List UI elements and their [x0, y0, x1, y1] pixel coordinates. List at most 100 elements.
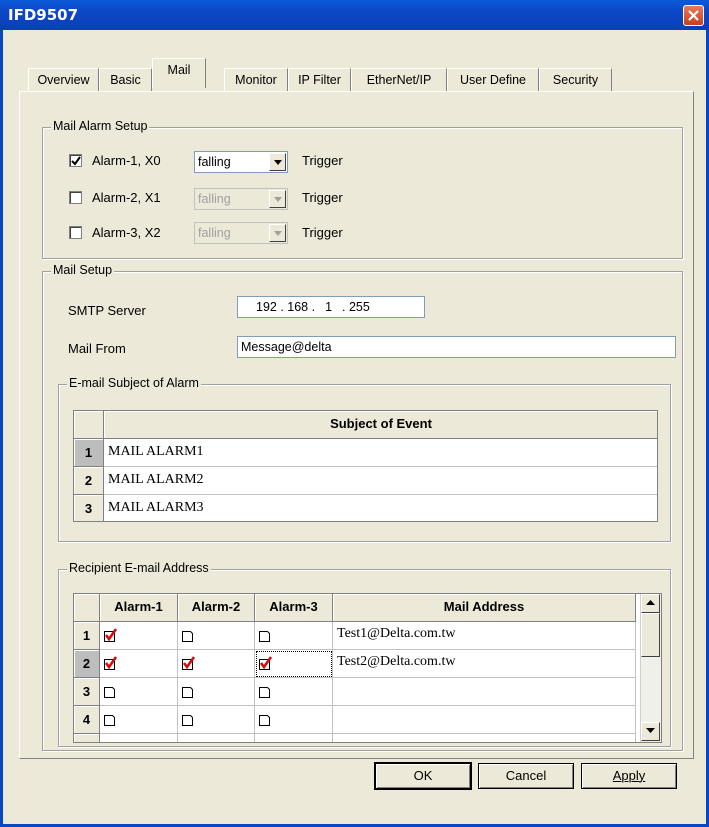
window-title: IFD9507: [8, 6, 79, 24]
apply-button[interactable]: Apply: [581, 763, 677, 789]
mail-address-cell[interactable]: [333, 706, 636, 734]
smtp-server-label: SMTP Server: [68, 303, 146, 318]
alarm-2-label: Alarm-2, X1: [92, 190, 161, 205]
tab-mail[interactable]: Mail: [152, 58, 206, 88]
alarm-1-checkbox-cell[interactable]: [100, 734, 178, 743]
mail-address-cell[interactable]: [333, 734, 636, 742]
vertical-scrollbar[interactable]: [640, 594, 661, 742]
alarm-1-checkbox-cell[interactable]: [100, 650, 178, 678]
title-bar[interactable]: IFD9507: [0, 0, 709, 30]
mail-address-cell[interactable]: [333, 678, 636, 706]
alarm-1-checkbox[interactable]: [69, 154, 82, 167]
alarm-3-checkbox-cell[interactable]: [255, 678, 333, 706]
alarm-3-checkbox-cell[interactable]: [255, 706, 333, 734]
alarm-checkbox[interactable]: [104, 740, 118, 743]
alarm-3-checkbox-cell[interactable]: [255, 734, 333, 742]
close-button[interactable]: [683, 5, 704, 26]
alarm-1-checkbox-cell[interactable]: [100, 622, 178, 650]
cancel-button[interactable]: Cancel: [478, 763, 574, 789]
red-check-icon: [104, 628, 118, 642]
alarm-checkbox[interactable]: [259, 628, 273, 647]
alarm-checkbox[interactable]: [259, 712, 273, 731]
alarm-3-label: Alarm-3, X2: [92, 225, 161, 240]
subject-table[interactable]: Subject of Event 1 MAIL ALARM1 2 MAIL AL…: [73, 410, 658, 522]
tab-security[interactable]: Security: [539, 68, 612, 92]
alarm-1-checkbox-cell[interactable]: [100, 678, 178, 706]
alarm-2-checkbox[interactable]: [69, 191, 82, 204]
tab-basic[interactable]: Basic: [99, 68, 152, 92]
group-title: Recipient E-mail Address: [67, 561, 211, 575]
alarm-2-checkbox-cell[interactable]: [178, 678, 255, 706]
arrow-down-icon: [646, 728, 655, 733]
close-icon: [688, 10, 699, 21]
row-number: 5: [74, 734, 100, 742]
alarm-2-mode-select[interactable]: falling: [194, 188, 288, 210]
alarm-1-trigger-label: Trigger: [302, 153, 343, 168]
empty-checkbox-icon: [104, 740, 118, 743]
red-check-icon: [104, 656, 118, 670]
subject-cell[interactable]: MAIL ALARM2: [104, 467, 657, 495]
tab-ip-filter[interactable]: IP Filter: [288, 68, 351, 92]
alarm-checkbox[interactable]: [104, 684, 118, 703]
alarm-checkbox[interactable]: [182, 684, 196, 703]
alarm-3-checkbox-cell[interactable]: [255, 650, 333, 678]
alarm-checkbox[interactable]: [259, 740, 273, 742]
chevron-down-icon: [274, 231, 282, 236]
empty-checkbox-icon: [104, 687, 115, 698]
tab-monitor[interactable]: Monitor: [224, 68, 288, 92]
red-check-icon: [259, 656, 273, 670]
mail-from-input[interactable]: Message@delta: [237, 336, 676, 358]
alarm-3-checkbox-cell[interactable]: [255, 622, 333, 650]
alarm-2-checkbox-cell[interactable]: [178, 734, 255, 742]
row-number: 1: [74, 439, 104, 467]
empty-checkbox-icon: [182, 687, 193, 698]
dropdown-button[interactable]: [269, 190, 286, 208]
check-icon: [71, 156, 81, 166]
alarm-checkbox[interactable]: [104, 656, 118, 675]
alarm-1-mode-select[interactable]: falling: [194, 151, 288, 173]
row-number: 3: [74, 495, 104, 521]
alarm-checkbox[interactable]: [182, 712, 196, 731]
chevron-down-icon: [274, 197, 282, 202]
dropdown-button[interactable]: [269, 153, 286, 171]
alarm-checkbox[interactable]: [104, 712, 118, 731]
group-title: Mail Alarm Setup: [51, 119, 150, 133]
alarm-1-checkbox-cell[interactable]: [100, 706, 178, 734]
recipient-table[interactable]: Alarm-1 Alarm-2 Alarm-3 Mail Address 1 Te…: [73, 593, 662, 743]
dropdown-button[interactable]: [269, 224, 286, 242]
alarm-checkbox[interactable]: [104, 628, 118, 647]
alarm-1-label: Alarm-1, X0: [92, 153, 161, 168]
column-header-alarm-1: Alarm-1: [100, 594, 178, 622]
scroll-thumb[interactable]: [641, 613, 660, 657]
empty-checkbox-icon: [259, 687, 270, 698]
empty-checkbox-icon: [182, 715, 193, 726]
tab-ethernet-ip[interactable]: EtherNet/IP: [351, 68, 447, 92]
alarm-2-checkbox-cell[interactable]: [178, 622, 255, 650]
row-number: 1: [74, 622, 100, 650]
scroll-down-button[interactable]: [641, 722, 660, 741]
red-check-icon: [182, 656, 196, 670]
subject-cell[interactable]: MAIL ALARM3: [104, 495, 657, 521]
alarm-checkbox[interactable]: [259, 684, 273, 703]
alarm-checkbox[interactable]: [182, 628, 196, 647]
smtp-server-ip-field[interactable]: 192 . 168 . 1 . 255: [237, 296, 425, 318]
alarm-checkbox[interactable]: [259, 656, 273, 675]
tab-user-define[interactable]: User Define: [447, 68, 539, 92]
alarm-checkbox[interactable]: [182, 740, 196, 742]
alarm-2-trigger-label: Trigger: [302, 190, 343, 205]
row-number: 3: [74, 678, 100, 706]
mail-address-cell[interactable]: Test2@Delta.com.tw: [333, 650, 636, 678]
ok-button[interactable]: OK: [375, 763, 471, 789]
corner-header: [74, 411, 104, 439]
tab-overview[interactable]: Overview: [28, 68, 99, 92]
chevron-down-icon: [274, 160, 282, 165]
alarm-3-checkbox[interactable]: [69, 226, 82, 239]
alarm-2-checkbox-cell[interactable]: [178, 706, 255, 734]
alarm-2-checkbox-cell[interactable]: [178, 650, 255, 678]
subject-cell[interactable]: MAIL ALARM1: [104, 439, 657, 467]
alarm-3-mode-select[interactable]: falling: [194, 222, 288, 244]
empty-checkbox-icon: [182, 631, 193, 642]
alarm-checkbox[interactable]: [182, 656, 196, 675]
mail-address-cell[interactable]: Test1@Delta.com.tw: [333, 622, 636, 650]
scroll-up-button[interactable]: [641, 594, 660, 613]
